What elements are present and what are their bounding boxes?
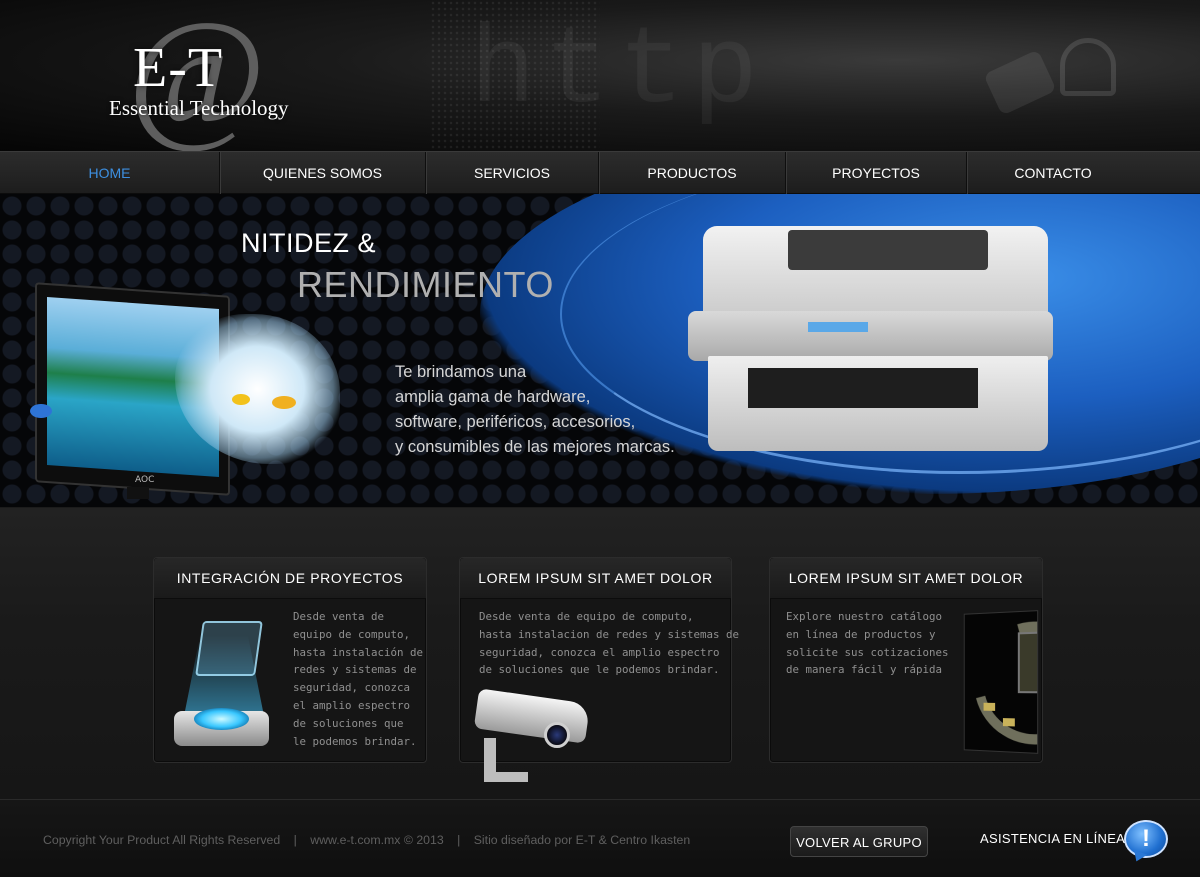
fish-icon: [272, 396, 296, 409]
network-cable-image: [983, 49, 1057, 116]
card-text-line: de soluciones que le podemos brindar.: [479, 663, 720, 677]
footer-copyright: Copyright Your Product All Rights Reserv…: [43, 833, 281, 847]
main-navigation: HOME QUIENES SOMOS SERVICIOS PRODUCTOS P…: [0, 151, 1200, 194]
content-section: INTEGRACIÓN DE PROYECTOS Desde venta de …: [0, 508, 1200, 799]
card-text-line: le podemos brindar.: [293, 734, 417, 748]
server-board: [1017, 631, 1039, 694]
header-decoration-text: http: [470, 10, 767, 135]
card-text-line: solicite sus cotizaciones: [786, 645, 949, 659]
camera-lens: [544, 722, 570, 748]
monitor-stand: [127, 487, 149, 499]
card-text-line: en línea de productos y: [786, 627, 936, 641]
card-description: Explore nuestro catálogo en línea de pro…: [786, 608, 949, 679]
hero-banner[interactable]: AOC NITIDEZ & RENDIMIENTO Te brindamos u…: [0, 194, 1200, 507]
card-text-line: hasta instalacion de redes y sistemas de: [479, 627, 740, 641]
card-text-line: equipo de computo,: [293, 627, 411, 641]
nav-item-servicios[interactable]: SERVICIOS: [426, 152, 599, 194]
nav-item-productos[interactable]: PRODUCTOS: [599, 152, 786, 194]
printer-image: [688, 216, 1053, 451]
fish-icon: [232, 394, 250, 405]
footer-site-link[interactable]: www.e-t.com.mx © 2013: [310, 833, 443, 847]
site-logo[interactable]: @ E-T Essential Technology: [108, 0, 308, 148]
nav-item-contacto[interactable]: CONTACTO: [967, 152, 1139, 194]
footer: Copyright Your Product All Rights Reserv…: [0, 799, 1200, 877]
card-description: Desde venta de equipo de computo, hasta …: [479, 608, 739, 679]
logo-name: Essential Technology: [109, 96, 289, 120]
card-text-line: seguridad, conozca: [293, 681, 411, 695]
chip-icon: [1002, 718, 1015, 727]
card-text-line: el amplio espectro: [293, 698, 411, 712]
camera-housing: [473, 688, 591, 744]
hologram-folder-icon: [174, 616, 274, 751]
chat-bubble-icon[interactable]: !: [1124, 820, 1168, 858]
card-lorem-ipsum-1[interactable]: LOREM IPSUM SIT AMET DOLOR Desde venta d…: [459, 557, 739, 782]
card-text-line: Explore nuestro catálogo: [786, 610, 943, 623]
fish-icon: [30, 404, 52, 418]
printer-control-panel: [688, 311, 1053, 361]
printer-lcd: [808, 322, 868, 332]
padlock-image: [1060, 38, 1116, 96]
card-text-line: de soluciones que: [293, 716, 404, 730]
footer-credits: Copyright Your Product All Rights Reserv…: [43, 833, 690, 847]
card-title[interactable]: INTEGRACIÓN DE PROYECTOS: [154, 558, 426, 599]
footer-separator: |: [457, 833, 461, 847]
card-text-line: Desde venta de: [293, 610, 385, 623]
card-title[interactable]: LOREM IPSUM SIT AMET DOLOR: [460, 558, 731, 599]
camera-mount: [484, 738, 528, 782]
nav-item-home[interactable]: HOME: [0, 152, 220, 194]
printer-document-feeder: [788, 230, 988, 270]
hologram-ring: [194, 708, 249, 730]
footer-separator: |: [293, 833, 297, 847]
card-text-line: redes y sistemas de: [293, 663, 417, 677]
card-text-line: hasta instalación de: [293, 645, 424, 659]
card-text-line: Desde venta de equipo de computo,: [479, 610, 694, 623]
hero-title-line2: RENDIMIENTO: [297, 264, 554, 305]
back-to-group-button[interactable]: VOLVER AL GRUPO: [790, 826, 928, 857]
nav-item-proyectos[interactable]: PROYECTOS: [786, 152, 967, 194]
chip-icon: [983, 702, 996, 711]
server-hardware-image: [963, 610, 1039, 754]
online-assistance-link[interactable]: ASISTENCIA EN LÍNEA: [980, 831, 1125, 846]
card-description: Desde venta de equipo de computo, hasta …: [293, 608, 423, 750]
printer-output-tray: [748, 368, 978, 408]
card-text-line: seguridad, conozca el amplio espectro: [479, 645, 720, 659]
monitor-brand: AOC: [135, 475, 155, 485]
nav-item-quienes-somos[interactable]: QUIENES SOMOS: [220, 152, 426, 194]
card-lorem-ipsum-2[interactable]: LOREM IPSUM SIT AMET DOLOR Explore nuest…: [769, 557, 1043, 763]
security-camera-icon: [466, 688, 594, 790]
hero-title-line1: NITIDEZ &: [241, 228, 377, 258]
card-title[interactable]: LOREM IPSUM SIT AMET DOLOR: [770, 558, 1042, 599]
card-integracion-proyectos[interactable]: INTEGRACIÓN DE PROYECTOS Desde venta de …: [153, 557, 427, 763]
footer-designer: Sitio diseñado por E-T & Centro Ikasten: [473, 833, 691, 847]
folder-icon: [195, 621, 263, 676]
card-text-line: de manera fácil y rápida: [786, 663, 943, 677]
page: http @ E-T Essential Technology HOME QUI…: [0, 0, 1200, 877]
header: http @ E-T Essential Technology: [0, 0, 1200, 151]
logo-mark: E-T: [133, 37, 224, 99]
